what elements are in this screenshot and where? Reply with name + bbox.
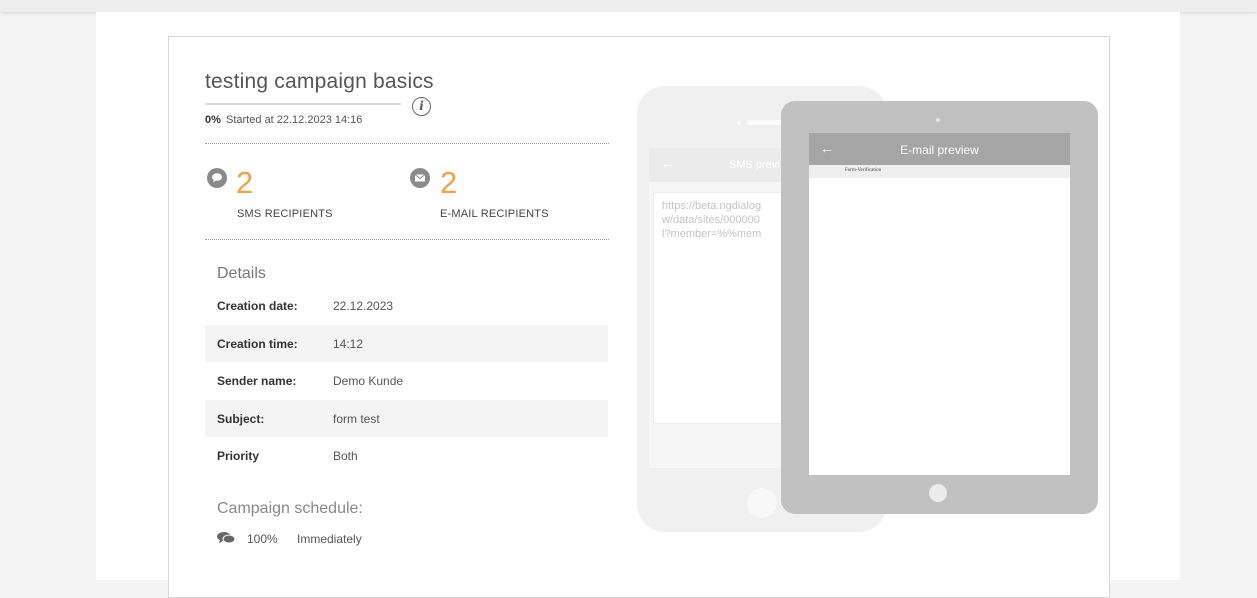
details-heading: Details: [217, 265, 266, 282]
sms-preview-title: SMS previ: [729, 159, 780, 171]
phone-camera: [737, 121, 741, 125]
started-at: Started at 22.12.2023 14:16: [226, 114, 363, 126]
schedule-heading: Campaign schedule:: [217, 500, 363, 517]
progress-bar: [205, 103, 401, 105]
detail-value: 22.12.2023: [333, 299, 394, 313]
detail-value: 14:12: [333, 337, 364, 351]
detail-value: form test: [333, 412, 380, 426]
detail-label: Subject:: [217, 412, 265, 426]
info-icon[interactable]: i: [412, 97, 431, 116]
email-preview-tablet: ← E-mail preview Form-Verification: [781, 101, 1098, 514]
schedule-percent: 100%: [247, 532, 278, 546]
detail-label: Sender name:: [217, 374, 297, 388]
schedule-time: Immediately: [297, 532, 362, 546]
detail-row-creation-date: Creation date: 22.12.2023: [205, 287, 608, 324]
detail-row-priority: Priority Both: [205, 437, 608, 474]
detail-value: Both: [333, 449, 358, 463]
detail-row-subject: Subject: form test: [205, 400, 608, 437]
back-arrow-icon[interactable]: ←: [661, 155, 675, 171]
email-strip-text: Form-Verification: [845, 168, 882, 173]
email-header-strip: Form-Verification: [809, 165, 1070, 178]
envelope-icon: [410, 168, 430, 188]
progress-percent: 0%: [205, 114, 221, 126]
tablet-home-button: [929, 484, 947, 502]
chat-bubbles-icon: [216, 531, 236, 550]
detail-row-sender-name: Sender name: Demo Kunde: [205, 362, 608, 399]
email-recipients-count: 2: [440, 165, 458, 200]
chat-bubble-icon: [207, 168, 227, 188]
tablet-camera: [936, 118, 940, 122]
detail-row-creation-time: Creation time: 14:12: [205, 325, 608, 362]
sms-recipients-count: 2: [236, 165, 254, 200]
detail-label: Priority: [217, 449, 260, 463]
campaign-title: testing campaign basics: [205, 70, 434, 93]
phone-home-button: [747, 488, 777, 518]
divider: [205, 239, 609, 240]
email-recipients-label: E-MAIL RECIPIENTS: [440, 208, 549, 220]
email-preview-title: E-mail preview: [900, 143, 979, 157]
email-preview-screen: Form-Verification: [809, 165, 1070, 475]
detail-label: Creation time:: [217, 337, 298, 351]
email-preview-header: ← E-mail preview: [809, 133, 1070, 165]
detail-value: Demo Kunde: [333, 374, 404, 388]
sms-recipients-label: SMS RECIPIENTS: [237, 208, 333, 220]
sms-message-text: https://beta.ngdialog w/data/sites/00000…: [662, 200, 762, 240]
top-bar: [0, 0, 1257, 12]
detail-label: Creation date:: [217, 299, 298, 313]
divider: [205, 143, 609, 144]
